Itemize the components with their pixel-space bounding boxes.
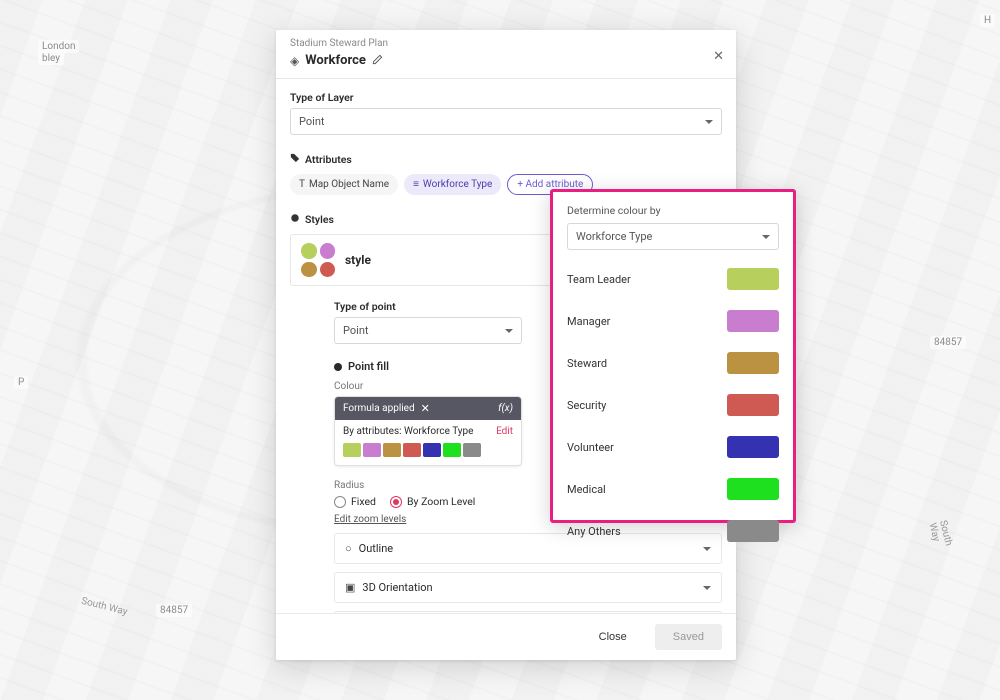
layer-icon: ◈	[290, 54, 299, 68]
popover-select[interactable]: Workforce Type	[567, 223, 779, 250]
colour-mapping-item: Any Others	[567, 510, 779, 552]
cube-icon: ▣	[345, 581, 355, 594]
formula-header: Formula applied ✕ f(x)	[335, 397, 521, 420]
formula-title: Formula applied	[343, 403, 415, 414]
chip-workforce-type[interactable]: ≡ Workforce Type	[404, 174, 501, 195]
close-icon[interactable]: ✕	[713, 48, 724, 64]
edit-icon[interactable]	[372, 54, 383, 68]
popover-select-value: Workforce Type	[576, 230, 652, 243]
circle-outline-icon: ○	[345, 542, 352, 555]
layer-title: Workforce	[305, 53, 366, 68]
colour-name: Manager	[567, 315, 610, 328]
saved-button: Saved	[655, 624, 722, 650]
chevron-down-icon	[705, 120, 713, 124]
colour-name: Medical	[567, 483, 606, 496]
tag-icon	[290, 153, 300, 166]
colour-mapping-list: Team Leader Manager Steward Security Volunte…	[567, 258, 779, 552]
swatch	[403, 443, 421, 457]
attributes-section: Attributes	[290, 153, 722, 166]
list-icon: ≡	[413, 179, 419, 190]
colour-swatch[interactable]	[727, 478, 779, 500]
breadcrumb: Stadium Steward Plan	[290, 38, 722, 49]
panel-header: Stadium Steward Plan ◈ Workforce ✕	[276, 30, 736, 79]
colour-name: Team Leader	[567, 273, 631, 286]
colour-mapping-item: Steward	[567, 342, 779, 384]
formula-body: By attributes: Workforce Type Edit	[335, 420, 521, 443]
map-badge: 84857	[930, 336, 966, 349]
point-type-select[interactable]: Point	[334, 317, 522, 344]
colour-swatch[interactable]	[727, 436, 779, 458]
chevron-down-icon	[762, 235, 770, 239]
colour-swatch[interactable]	[727, 268, 779, 290]
determine-colour-popover: Determine colour by Workforce Type Team …	[550, 189, 796, 523]
colour-mapping-item: Medical	[567, 468, 779, 510]
colour-mapping-item: Volunteer	[567, 426, 779, 468]
close-button[interactable]: Close	[581, 624, 645, 650]
colour-swatch[interactable]	[727, 520, 779, 542]
swatch	[363, 443, 381, 457]
colour-name: Security	[567, 399, 606, 412]
styles-label: Styles	[305, 213, 334, 226]
map-label: bley	[38, 52, 64, 65]
layer-type-select[interactable]: Point	[290, 108, 722, 135]
colour-mapping-item: Team Leader	[567, 258, 779, 300]
swatch	[423, 443, 441, 457]
formula-clear-icon[interactable]: ✕	[421, 402, 430, 415]
layer-type-value: Point	[299, 115, 325, 128]
map-label: H	[980, 14, 995, 27]
orientation-row[interactable]: ▣3D Orientation	[334, 572, 722, 603]
layer-type-label: Type of Layer	[290, 91, 722, 104]
formula-card: Formula applied ✕ f(x) By attributes: Wo…	[334, 396, 522, 466]
map-badge: 84857	[156, 604, 192, 617]
point-type-value: Point	[343, 324, 369, 337]
colour-swatch[interactable]	[727, 394, 779, 416]
text-icon: T	[299, 179, 305, 190]
radius-byzoom-radio[interactable]: By Zoom Level	[390, 495, 475, 508]
map-label: P	[14, 376, 28, 389]
swatch	[343, 443, 361, 457]
colour-name: Volunteer	[567, 441, 614, 454]
swatch	[383, 443, 401, 457]
radio-icon	[334, 496, 346, 508]
swatch	[463, 443, 481, 457]
point-fill-label: Point fill	[348, 360, 389, 373]
formula-edit-link[interactable]: Edit	[496, 426, 513, 437]
radio-icon	[390, 496, 402, 508]
colour-name: Steward	[567, 357, 607, 370]
panel-footer: Close Saved	[276, 613, 736, 660]
chip-map-object-name[interactable]: T Map Object Name	[290, 174, 398, 195]
formula-by-text: By attributes: Workforce Type	[343, 426, 473, 437]
palette-icon	[290, 213, 300, 226]
style-swatch	[301, 243, 335, 277]
formula-swatch-row	[335, 443, 521, 465]
colour-swatch[interactable]	[727, 310, 779, 332]
swatch	[443, 443, 461, 457]
fx-icon[interactable]: f(x)	[498, 403, 513, 414]
attributes-label: Attributes	[305, 153, 352, 166]
chevron-down-icon	[505, 329, 513, 333]
title-row: ◈ Workforce	[290, 53, 722, 68]
colour-swatch[interactable]	[727, 352, 779, 374]
popover-label: Determine colour by	[567, 204, 779, 217]
style-name: style	[345, 253, 371, 267]
radius-fixed-radio[interactable]: Fixed	[334, 495, 376, 508]
edit-zoom-link[interactable]: Edit zoom levels	[334, 514, 406, 525]
colour-name: Any Others	[567, 525, 621, 538]
colour-mapping-item: Security	[567, 384, 779, 426]
chevron-down-icon	[703, 586, 711, 590]
dot-icon	[334, 363, 342, 371]
colour-mapping-item: Manager	[567, 300, 779, 342]
